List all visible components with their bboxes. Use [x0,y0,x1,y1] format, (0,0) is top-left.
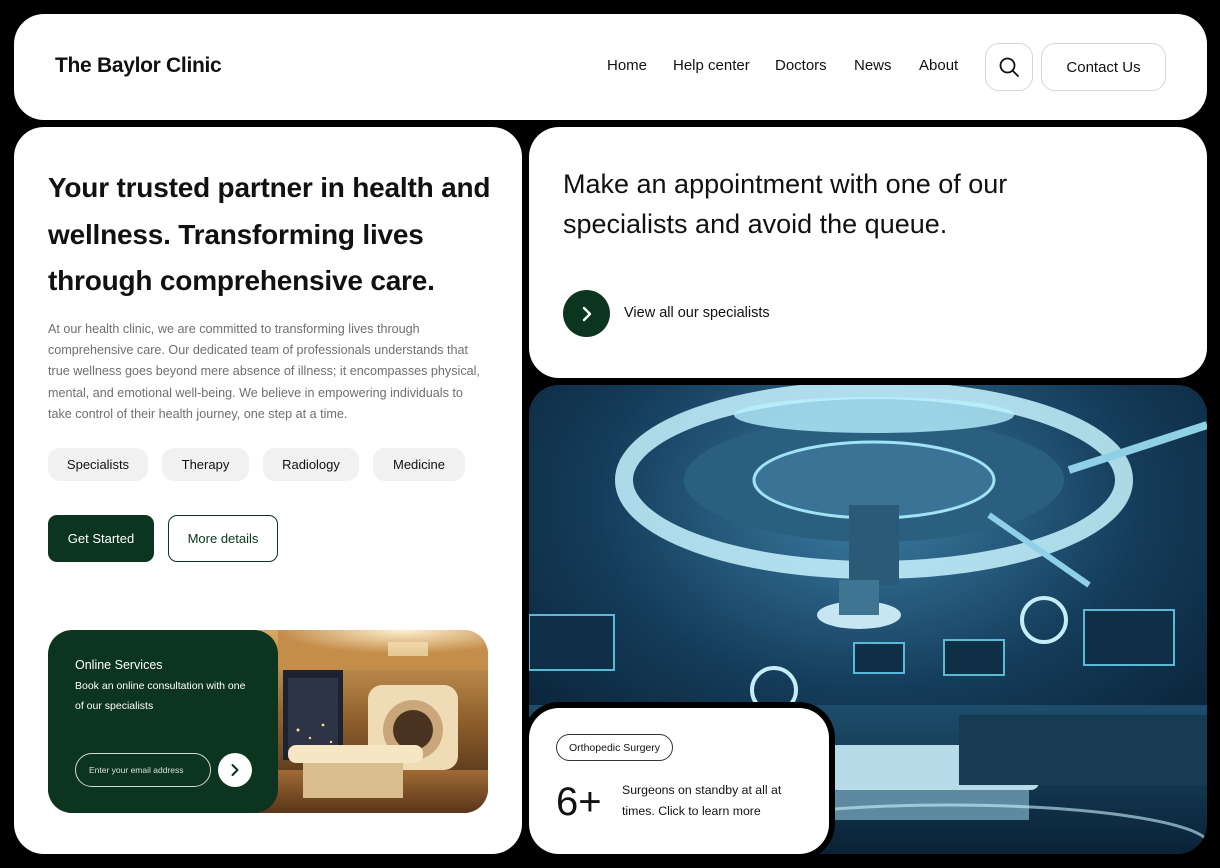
tag-radiology[interactable]: Radiology [263,448,359,481]
appointment-title: Make an appointment with one of our spec… [563,169,1008,239]
email-submit-button[interactable] [218,753,252,787]
search-icon [999,57,1019,77]
tag-therapy[interactable]: Therapy [162,448,249,481]
more-details-button[interactable]: More details [168,515,278,562]
header-bar: The Baylor Clinic Home Help center Docto… [14,14,1207,120]
email-input[interactable] [75,753,211,787]
online-services-panel: Online Services Book an online consultat… [48,630,278,813]
hero-description: At our health clinic, we are committed t… [48,322,480,421]
view-specialists-arrow-button[interactable] [563,290,610,337]
appointment-card: Make an appointment with one of our spec… [529,127,1207,378]
tag-medicine[interactable]: Medicine [373,448,465,481]
contact-us-button[interactable]: Contact Us [1041,43,1166,91]
view-specialists-link[interactable]: View all our specialists [624,305,770,321]
hero-title: Your trusted partner in health and welln… [48,172,491,296]
services-description: Book an online consultation with one of … [75,680,246,712]
search-button[interactable] [985,43,1033,91]
nav-doctors[interactable]: Doctors [775,57,827,74]
services-title: Online Services [75,658,163,672]
orthopedic-surgery-badge[interactable]: Orthopedic Surgery [556,734,674,761]
orthopedic-stat-card: Orthopedic Surgery 6+ Surgeons on standb… [529,708,829,854]
online-services-card: Online Services Book an online consultat… [48,630,488,813]
nav-home[interactable]: Home [607,57,647,74]
nav-about[interactable]: About [919,57,958,74]
nav-help-center[interactable]: Help center [673,57,750,74]
surgeon-count: 6+ [556,780,602,824]
surgeons-standby-text[interactable]: Surgeons on standby at all at times. Cli… [622,780,792,822]
chevron-right-icon [231,764,239,776]
nav-news[interactable]: News [854,57,892,74]
site-logo[interactable]: The Baylor Clinic [55,54,222,78]
get-started-button[interactable]: Get Started [48,515,154,562]
hero-card: Your trusted partner in health and welln… [14,127,522,854]
tag-specialists[interactable]: Specialists [48,448,148,481]
chevron-right-icon [582,306,591,321]
